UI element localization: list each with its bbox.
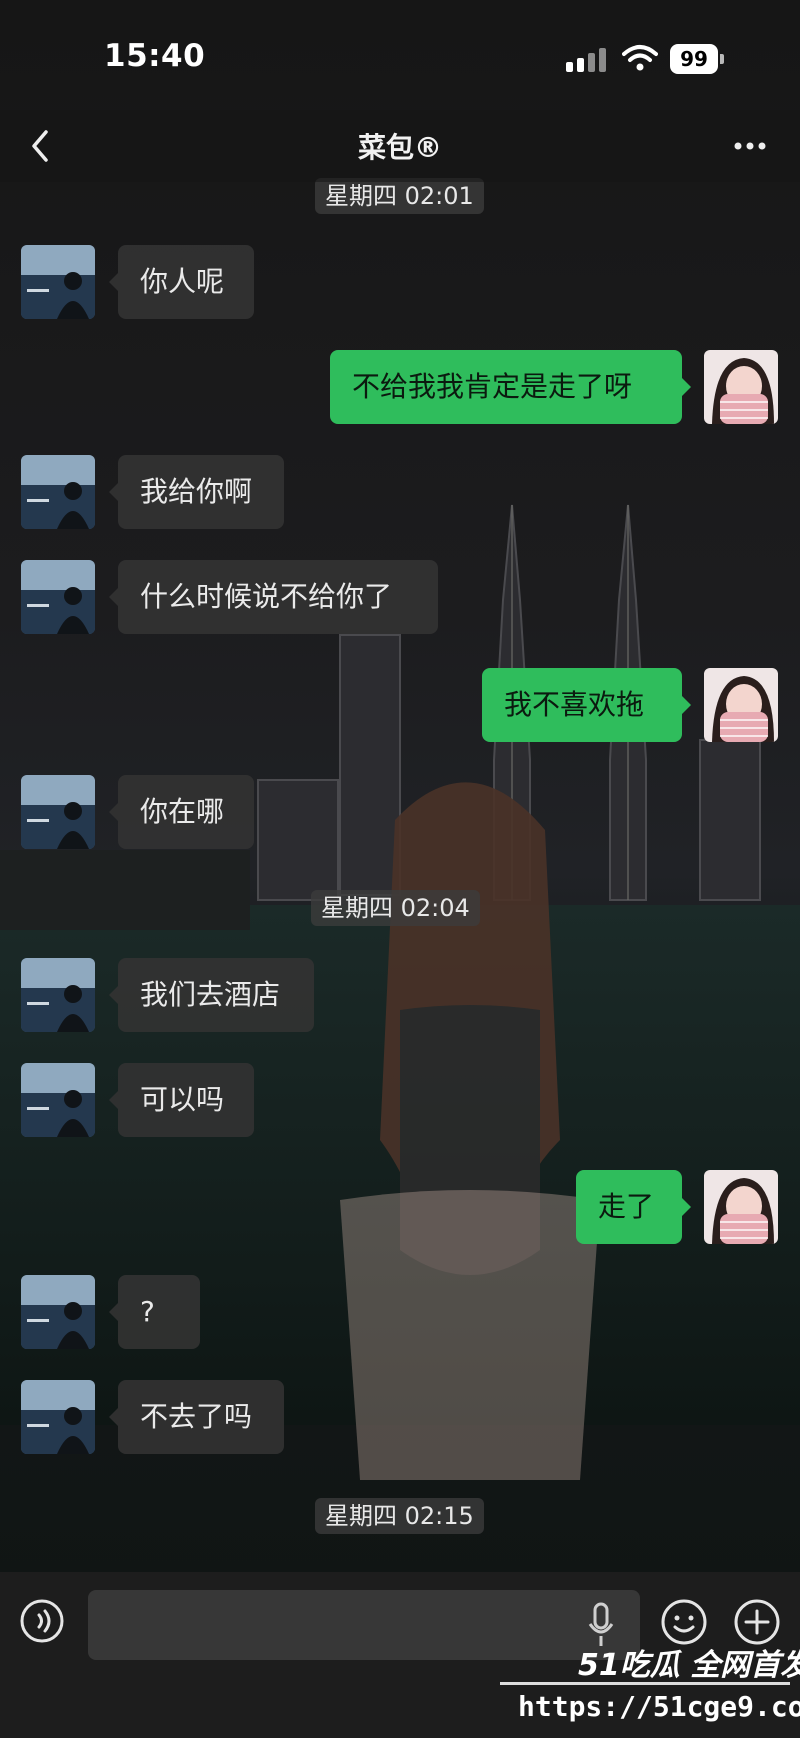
message-bubble[interactable]: 不去了吗 — [109, 1380, 284, 1454]
status-bar: 15:40 99 — [0, 0, 800, 110]
chat-title: 菜包® — [357, 131, 442, 164]
received-message-row: 我给你啊 — [0, 455, 800, 529]
battery-icon: 99 — [670, 44, 724, 74]
received-message-row: 你在哪 — [0, 775, 800, 849]
message-bubble[interactable]: 我们去酒店 — [109, 958, 314, 1032]
my-avatar[interactable] — [704, 1170, 778, 1244]
my-avatar[interactable] — [704, 350, 778, 424]
contact-avatar[interactable] — [21, 560, 95, 634]
message-bubble[interactable]: 你人呢 — [109, 245, 254, 319]
sent-message-row: 我不喜欢拖 — [0, 668, 800, 742]
contact-avatar[interactable] — [21, 958, 95, 1032]
chat-header: 菜包® — [0, 110, 800, 182]
status-time: 15:40 — [104, 38, 206, 74]
signal-icon — [566, 48, 610, 72]
watermark: 51吃瓜 全网首发 https://51cge9.com — [500, 1640, 800, 1738]
message-bubble[interactable]: 我给你啊 — [109, 455, 284, 529]
message-bubble[interactable]: 不给我我肯定是走了呀 — [330, 350, 691, 424]
sent-message-row: 走了 — [0, 1170, 800, 1244]
plus-icon[interactable] — [733, 1598, 781, 1646]
received-message-row: 什么时候说不给你了 — [0, 560, 800, 634]
contact-avatar[interactable] — [21, 1275, 95, 1349]
timestamp: 星期四 02:04 — [311, 890, 480, 926]
my-avatar[interactable] — [704, 668, 778, 742]
battery-level: 99 — [670, 44, 718, 74]
received-message-row: 可以吗 — [0, 1063, 800, 1137]
contact-avatar[interactable] — [21, 455, 95, 529]
received-message-row: 我们去酒店 — [0, 958, 800, 1032]
watermark-url: https://51cge9.com — [518, 1690, 800, 1723]
timestamp: 星期四 02:01 — [315, 178, 484, 214]
contact-avatar[interactable] — [21, 1380, 95, 1454]
contact-avatar[interactable] — [21, 1063, 95, 1137]
voice-icon[interactable] — [19, 1598, 65, 1644]
received-message-row: 不去了吗 — [0, 1380, 800, 1454]
wifi-icon — [622, 45, 658, 71]
message-bubble[interactable]: ? — [109, 1275, 200, 1349]
message-bubble[interactable]: 我不喜欢拖 — [482, 668, 691, 742]
sent-message-row: 不给我我肯定是走了呀 — [0, 350, 800, 424]
more-options-button[interactable] — [730, 128, 770, 164]
message-bubble[interactable]: 走了 — [576, 1170, 691, 1244]
message-bubble[interactable]: 什么时候说不给你了 — [109, 560, 438, 634]
watermark-brand: 51吃瓜 全网首发 — [578, 1648, 800, 1683]
contact-avatar[interactable] — [21, 245, 95, 319]
received-message-row: 你人呢 — [0, 245, 800, 319]
received-message-row: ? — [0, 1275, 800, 1349]
timestamp: 星期四 02:15 — [315, 1498, 484, 1534]
message-bubble[interactable]: 可以吗 — [109, 1063, 254, 1137]
emoji-icon[interactable] — [660, 1598, 708, 1646]
contact-avatar[interactable] — [21, 775, 95, 849]
message-bubble[interactable]: 你在哪 — [109, 775, 254, 849]
